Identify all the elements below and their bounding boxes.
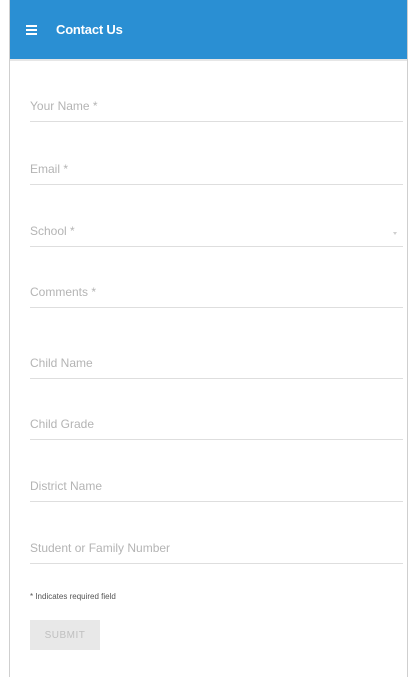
page-title: Contact Us <box>56 22 123 37</box>
school-select[interactable]: School * <box>30 217 403 247</box>
app-bar: Contact Us <box>10 0 407 61</box>
contact-form-page: Contact Us Your Name * Email * School * … <box>9 0 408 677</box>
comments-field[interactable]: Comments * <box>30 278 407 309</box>
comments-input[interactable] <box>30 278 407 309</box>
hamburger-menu-icon[interactable] <box>26 25 37 35</box>
chevron-down-icon[interactable] <box>393 232 397 235</box>
your-name-field[interactable]: Your Name * <box>30 92 407 123</box>
school-label: School * <box>30 224 75 238</box>
student-family-number-input[interactable] <box>30 534 407 565</box>
email-field[interactable]: Email * <box>30 155 407 186</box>
district-name-field[interactable]: District Name <box>30 472 407 503</box>
child-grade-input[interactable] <box>30 410 407 441</box>
email-input[interactable] <box>30 155 407 186</box>
child-name-field[interactable]: Child Name <box>30 349 407 380</box>
submit-button[interactable]: SUBMIT <box>30 620 100 650</box>
required-field-note: * Indicates required field <box>30 592 116 601</box>
child-name-input[interactable] <box>30 349 407 380</box>
your-name-input[interactable] <box>30 92 407 123</box>
student-family-number-field[interactable]: Student or Family Number <box>30 534 407 565</box>
child-grade-field[interactable]: Child Grade <box>30 410 407 441</box>
district-name-input[interactable] <box>30 472 407 503</box>
